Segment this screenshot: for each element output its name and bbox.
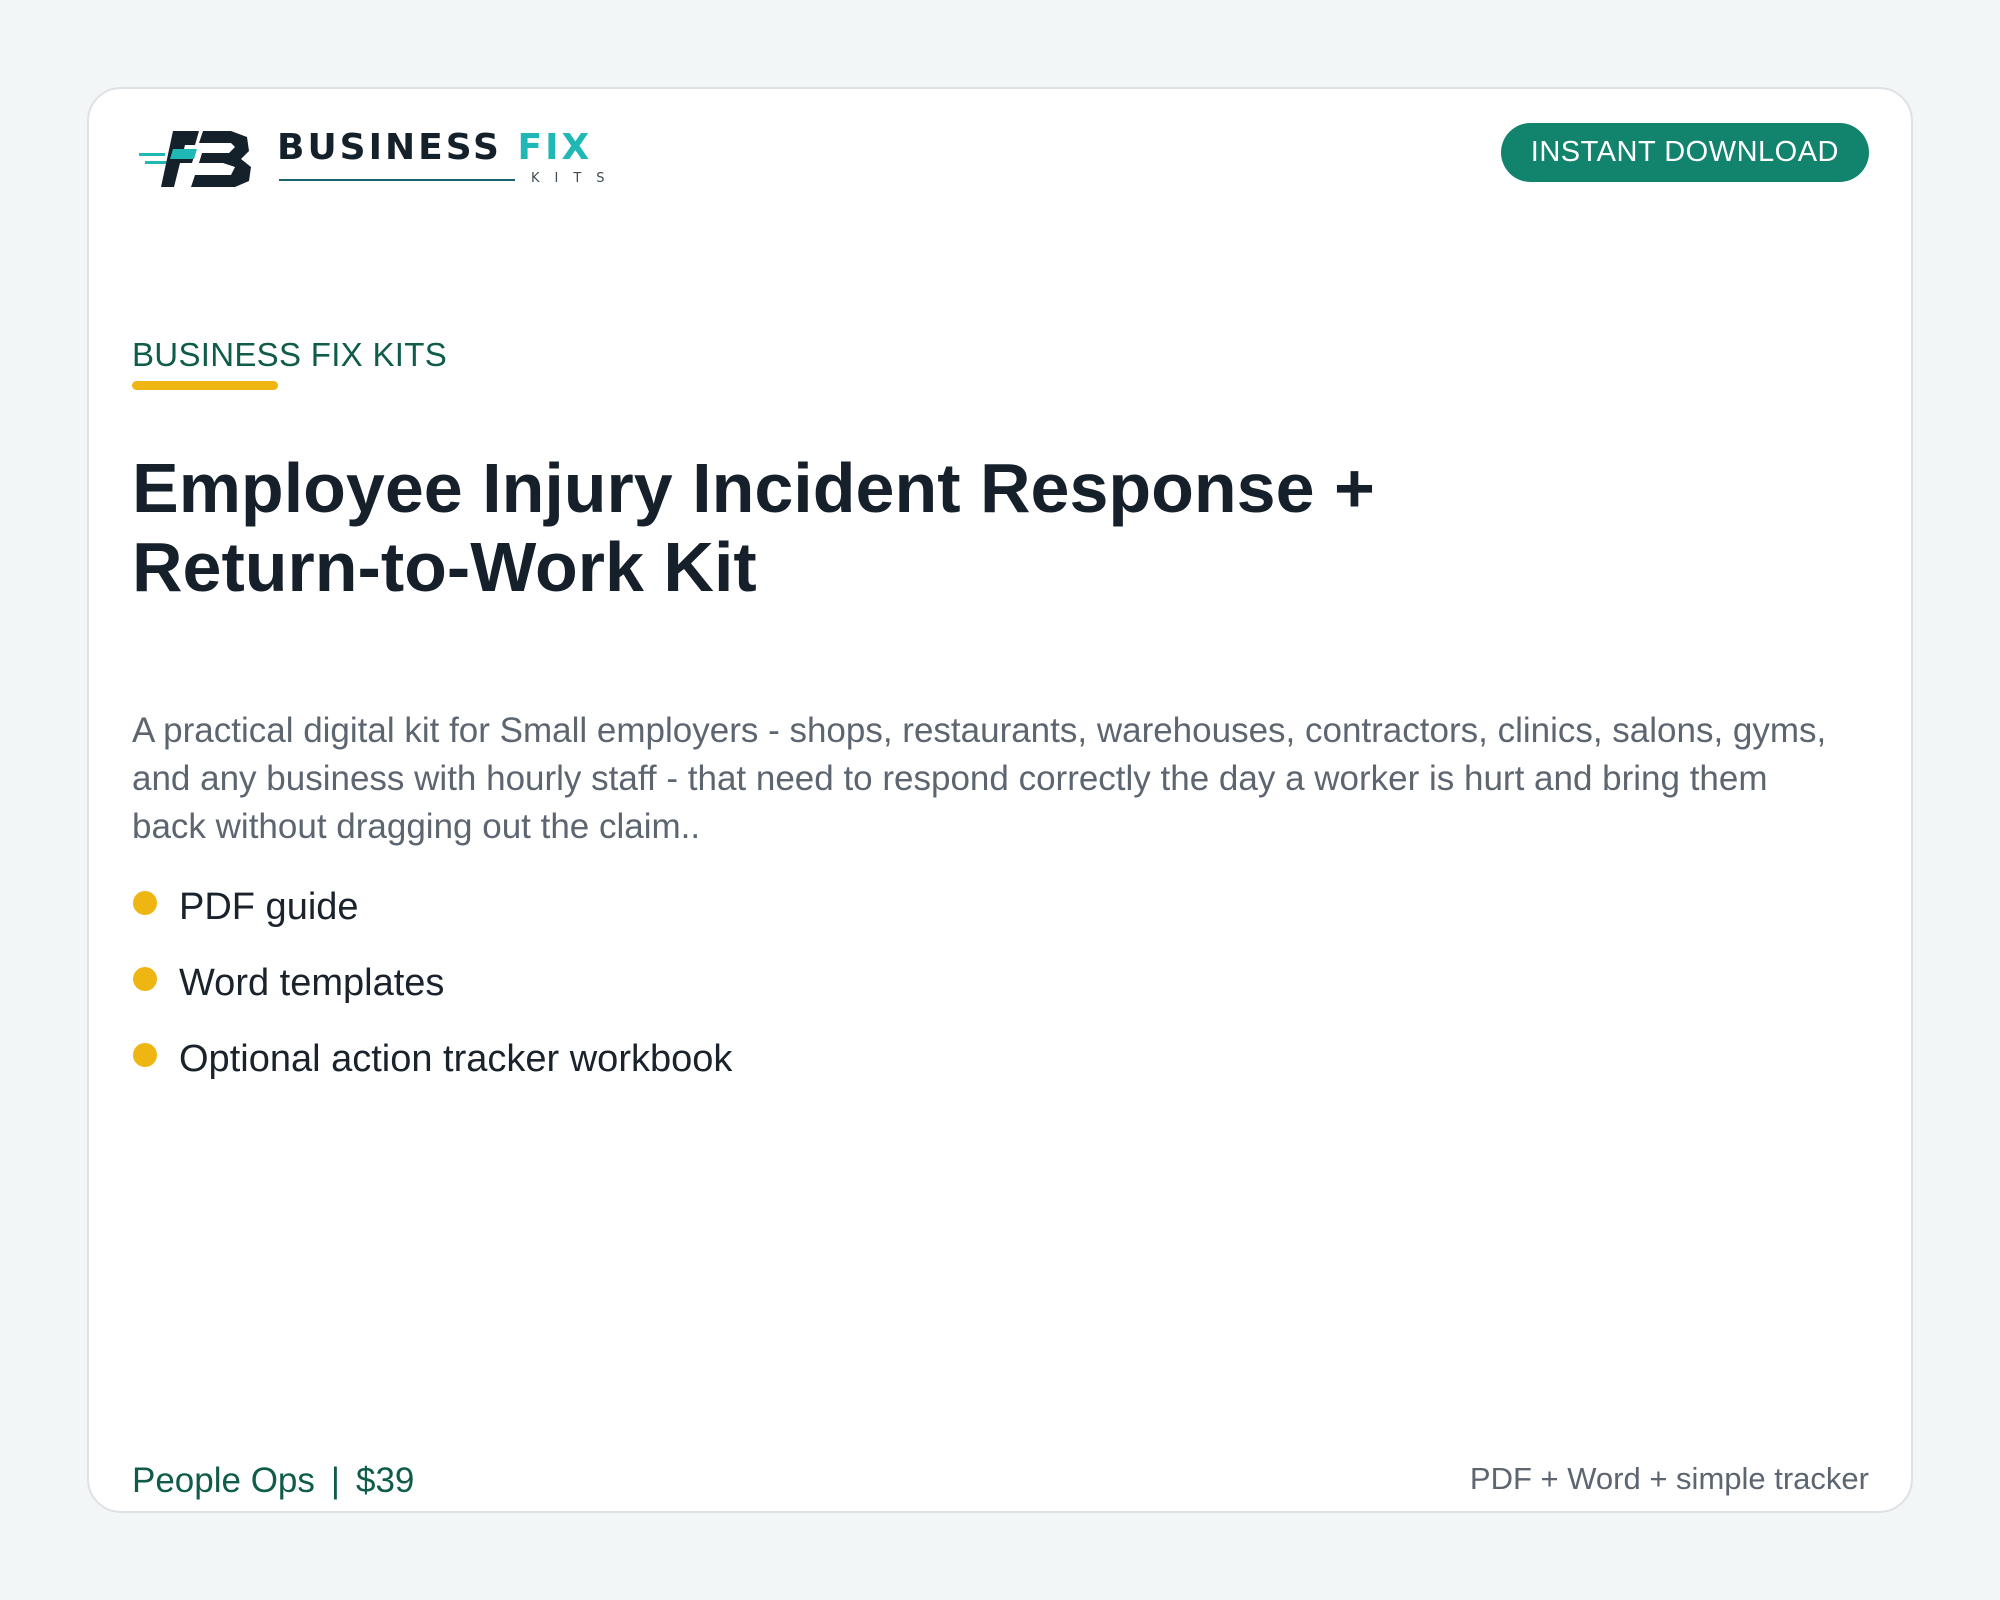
eyebrow-underline: [132, 381, 278, 390]
brand-name-primary: BUSINESS: [277, 127, 502, 168]
product-description: A practical digital kit for Small employ…: [132, 711, 1827, 846]
footer-separator: |: [330, 1461, 340, 1500]
category-price: People Ops | $39: [132, 1461, 414, 1501]
instant-download-badge: INSTANT DOWNLOAD: [1500, 123, 1869, 182]
bullet-dot-icon: [133, 967, 157, 991]
logo-mark-icon: [139, 131, 251, 187]
bullet-dot-icon: [133, 891, 157, 915]
feature-label: PDF guide: [179, 886, 359, 928]
feature-item: Word templates: [132, 953, 732, 1029]
feature-label: Optional action tracker workbook: [179, 1038, 733, 1080]
price-label: $39: [356, 1461, 415, 1500]
product-title: Employee Injury Incident Response + Retu…: [132, 449, 1375, 606]
brand-name-sub: KITS: [531, 171, 620, 186]
eyebrow-label: BUSINESS FIX KITS: [132, 336, 448, 373]
brand-logo: BUSINESS FIX KITS: [139, 119, 627, 199]
feature-list: PDF guide Word templates Optional action…: [132, 877, 732, 1105]
bullet-dot-icon: [133, 1043, 157, 1067]
feature-item: PDF guide: [132, 877, 732, 953]
feature-item: Optional action tracker workbook: [132, 1029, 732, 1105]
feature-label: Word templates: [179, 962, 445, 1004]
product-card: BUSINESS FIX KITS INSTANT DOWNLOAD BUSIN…: [87, 87, 1913, 1513]
brand-name-accent: FIX: [517, 127, 593, 168]
category-label: People Ops: [132, 1461, 315, 1500]
formats-label: PDF + Word + simple tracker: [1469, 1461, 1869, 1496]
logo-underline: [279, 179, 515, 181]
